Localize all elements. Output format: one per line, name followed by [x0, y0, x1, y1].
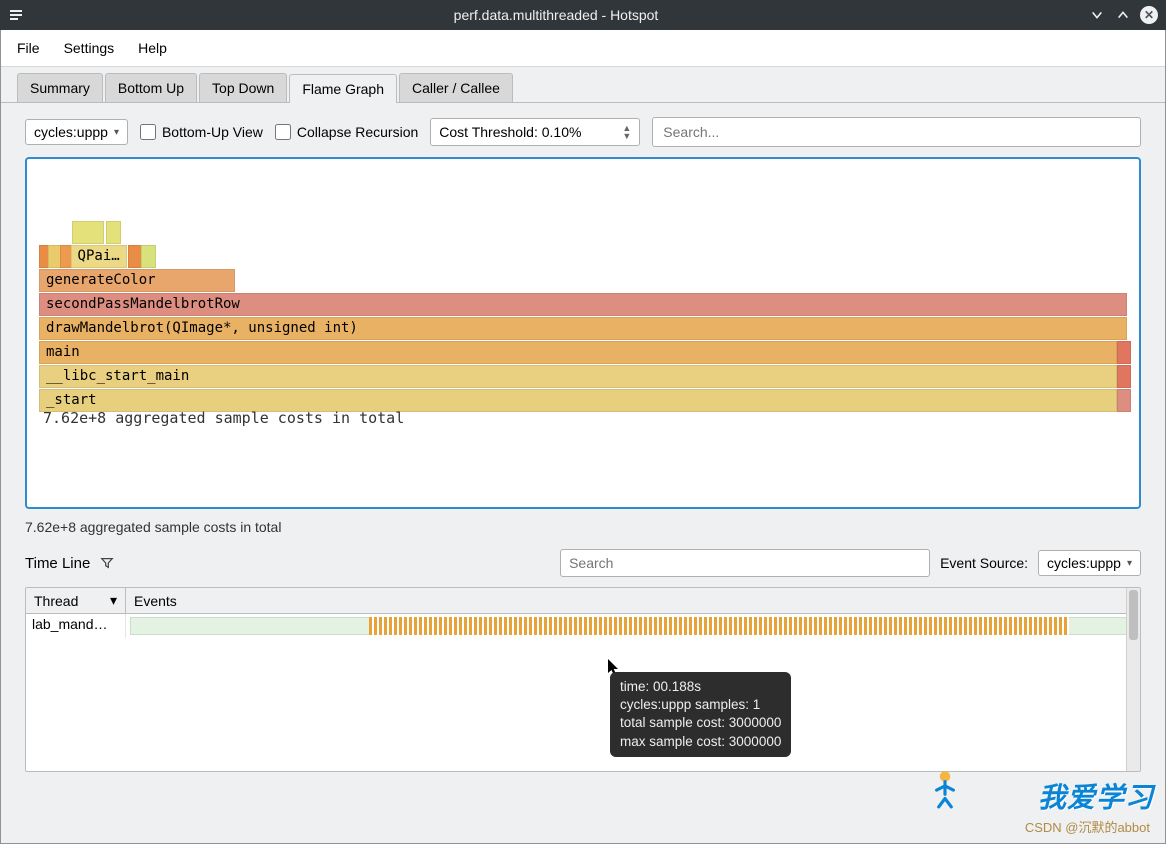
tab-summary[interactable]: Summary [17, 73, 103, 102]
flame-frame[interactable]: secondPassMandelbrotRow [39, 293, 1127, 316]
flame-frame[interactable] [128, 245, 142, 268]
metric-combo[interactable]: cycles:uppp ▾ [25, 119, 128, 145]
bottom-up-label: Bottom-Up View [162, 124, 263, 140]
timeline-table: Thread ▾ Events lab_mand… [25, 587, 1141, 772]
tab-flame-graph[interactable]: Flame Graph [289, 74, 397, 103]
flame-row: secondPassMandelbrotRow [39, 293, 1127, 317]
tab-top-down[interactable]: Top Down [199, 73, 287, 102]
event-bars [369, 617, 1069, 635]
filter-icon[interactable] [100, 556, 114, 570]
flame-frame[interactable] [1117, 341, 1131, 364]
menubar: File Settings Help [1, 30, 1165, 67]
flame-toolbar: cycles:uppp ▾ Bottom-Up View Collapse Re… [25, 117, 1141, 147]
flame-frame[interactable]: main [39, 341, 1117, 364]
chevron-down-icon: ▾ [110, 592, 117, 609]
flame-row [39, 221, 1127, 245]
timeline-table-header: Thread ▾ Events [26, 588, 1140, 614]
cost-threshold-value: Cost Threshold: 0.10% [439, 124, 581, 140]
menu-help[interactable]: Help [138, 40, 167, 56]
event-source-value: cycles:uppp [1047, 555, 1121, 571]
flame-graph-view[interactable]: QPai…generateColorsecondPassMandelbrotRo… [25, 157, 1141, 509]
spinner-icon: ▲▼ [618, 124, 631, 140]
collapse-recursion-label: Collapse Recursion [297, 124, 418, 140]
timeline-header: Time Line Event Source: cycles:uppp ▾ [25, 545, 1141, 577]
flame-row: drawMandelbrot(QImage*, unsigned int) [39, 317, 1127, 341]
table-row[interactable]: lab_mand… [26, 614, 1140, 638]
window-title: perf.data.multithreaded - Hotspot [32, 7, 1080, 23]
flame-search-input[interactable] [663, 124, 1130, 140]
flame-frame[interactable]: generateColor [39, 269, 235, 292]
flame-frame[interactable]: QPai… [71, 245, 128, 268]
cost-threshold-spinner[interactable]: Cost Threshold: 0.10% ▲▼ [430, 118, 640, 146]
column-header-thread-label: Thread [34, 593, 78, 609]
timeline-search-input[interactable] [569, 555, 921, 571]
flame-frame[interactable] [106, 221, 120, 244]
flame-row: __libc_start_main [39, 365, 1127, 389]
event-source-combo[interactable]: cycles:uppp ▾ [1038, 550, 1141, 576]
scrollbar[interactable] [1126, 588, 1140, 771]
flame-total-label: 7.62e+8 aggregated sample costs in total [25, 519, 1141, 535]
app-icon [8, 7, 24, 23]
menu-file[interactable]: File [17, 40, 40, 56]
watermark-person-icon [924, 767, 966, 809]
menu-settings[interactable]: Settings [64, 40, 115, 56]
bottom-up-checkbox[interactable]: Bottom-Up View [140, 124, 263, 140]
column-header-events[interactable]: Events [126, 593, 1140, 609]
flame-row: main [39, 341, 1127, 365]
collapse-recursion-checkbox[interactable]: Collapse Recursion [275, 124, 418, 140]
tab-bottom-up[interactable]: Bottom Up [105, 73, 197, 102]
maximize-button[interactable] [1114, 6, 1132, 24]
flame-frame[interactable] [1117, 389, 1131, 412]
watermark-credit: CSDN @沉默的abbot [1025, 817, 1150, 836]
flame-frame[interactable]: __libc_start_main [39, 365, 1117, 388]
cursor-icon [607, 658, 621, 681]
window-body: File Settings Help Summary Bottom Up Top… [0, 30, 1166, 844]
watermark-text: 我爱学习 [1038, 776, 1154, 816]
event-source-label: Event Source: [940, 555, 1028, 571]
metric-combo-value: cycles:uppp [34, 124, 108, 140]
chevron-down-icon: ▾ [1127, 558, 1132, 569]
column-header-thread[interactable]: Thread ▾ [26, 588, 126, 613]
bottom-up-checkbox-input[interactable] [140, 124, 156, 140]
main-panel: cycles:uppp ▾ Bottom-Up View Collapse Re… [1, 102, 1165, 843]
flame-row: generateColor [39, 269, 1127, 293]
titlebar: perf.data.multithreaded - Hotspot ✕ [0, 0, 1166, 30]
tabbar: Summary Bottom Up Top Down Flame Graph C… [1, 67, 1165, 102]
flame-frame[interactable] [1117, 365, 1131, 388]
flame-stack: QPai…generateColorsecondPassMandelbrotRo… [39, 221, 1127, 413]
chevron-down-icon: ▾ [114, 127, 119, 138]
scrollbar-thumb[interactable] [1129, 590, 1138, 640]
close-button[interactable]: ✕ [1140, 6, 1158, 24]
flame-search[interactable] [652, 117, 1141, 147]
flame-frame[interactable]: drawMandelbrot(QImage*, unsigned int) [39, 317, 1127, 340]
event-track-cell[interactable] [126, 614, 1140, 638]
flame-row: QPai… [39, 245, 1127, 269]
thread-name: lab_mand… [26, 614, 126, 638]
flame-caption: 7.62e+8 aggregated sample costs in total [43, 409, 404, 427]
timeline-search[interactable] [560, 549, 930, 577]
flame-frame[interactable] [141, 245, 156, 268]
minimize-button[interactable] [1088, 6, 1106, 24]
collapse-recursion-checkbox-input[interactable] [275, 124, 291, 140]
timeline-label: Time Line [25, 555, 90, 572]
flame-frame[interactable] [72, 221, 105, 244]
tab-caller-callee[interactable]: Caller / Callee [399, 73, 513, 102]
